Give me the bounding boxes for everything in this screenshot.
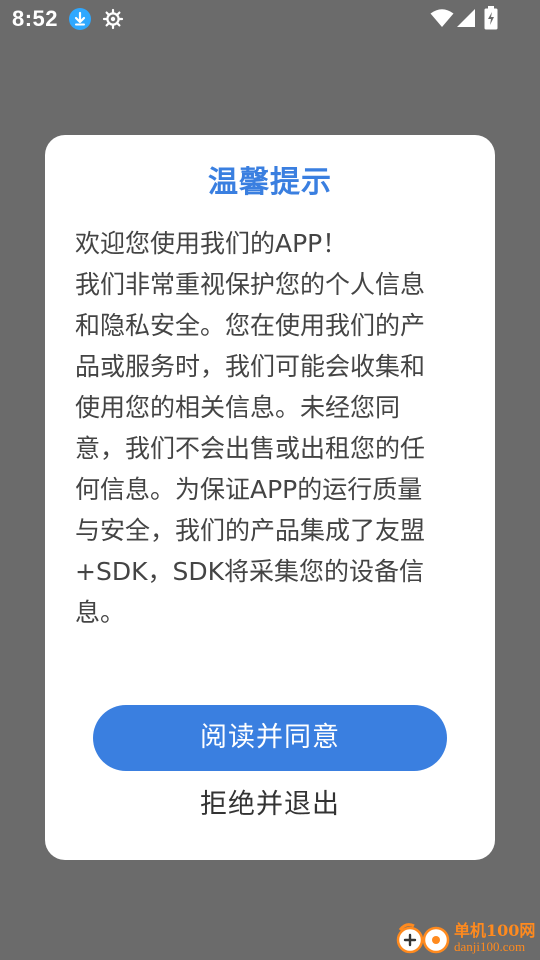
- dialog-body-line: 息。: [75, 598, 126, 627]
- dialog-body-line: 何信息。为保证APP的运行质量: [75, 475, 423, 504]
- dialog-body: 欢迎您使用我们的APP！ 我们非常重视保护您的个人信息 和隐私安全。您在使用我们…: [75, 223, 467, 633]
- dialog-body-line: 欢迎您使用我们的APP！: [75, 229, 348, 258]
- watermark: 单机100网 danji100.com: [392, 915, 540, 960]
- dialog-title: 温馨提示: [208, 165, 332, 200]
- status-bar: 8:52: [0, 0, 540, 38]
- wifi-icon: [430, 8, 454, 32]
- signal-icon: [456, 8, 476, 32]
- dialog-body-line: +SDK，SDK将采集您的设备信: [75, 557, 424, 586]
- privacy-dialog: 温馨提示 欢迎您使用我们的APP！ 我们非常重视保护您的个人信息 和隐私安全。您…: [45, 135, 495, 860]
- watermark-domain: danji100.com: [454, 939, 526, 954]
- dialog-body-line: 和隐私安全。您在使用我们的产: [75, 311, 426, 340]
- download-icon: [69, 8, 91, 30]
- gear-icon: [102, 8, 124, 30]
- dialog-body-line: 意，我们不会出售或出租您的任: [75, 434, 426, 463]
- battery-charging-icon: [484, 6, 498, 34]
- watermark-logo-icon: [392, 920, 452, 956]
- dialog-body-line: 与安全，我们的产品集成了友盟: [75, 516, 426, 545]
- agree-button[interactable]: 阅读并同意: [93, 705, 447, 771]
- dialog-body-line: 我们非常重视保护您的个人信息: [75, 270, 426, 299]
- status-time: 8:52: [12, 6, 59, 31]
- reject-button[interactable]: 拒绝并退出: [145, 785, 395, 825]
- dialog-body-line: 品或服务时，我们可能会收集和: [75, 352, 426, 381]
- watermark-name: 单机100网: [454, 921, 536, 940]
- dialog-body-line: 使用您的相关信息。未经您同: [75, 393, 401, 422]
